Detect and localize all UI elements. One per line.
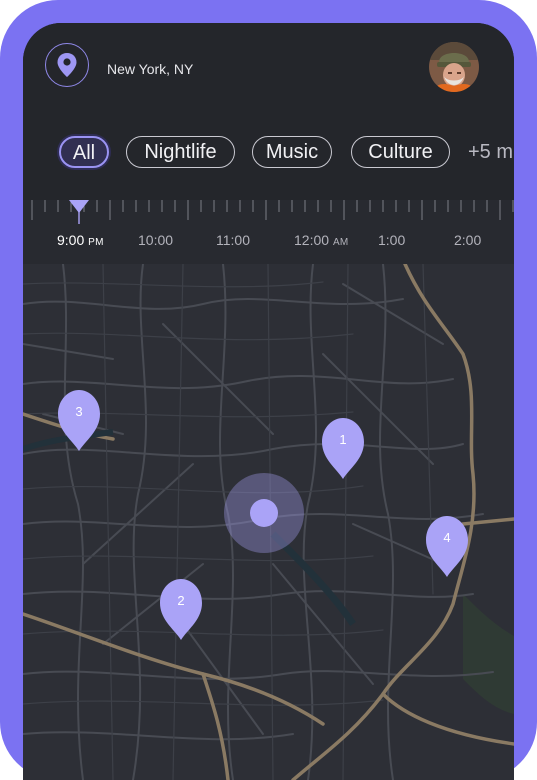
pin-label: 3 <box>75 404 82 419</box>
time-suffix: PM <box>88 237 104 248</box>
time-suffix: AM <box>332 237 349 248</box>
map-pin-icon <box>56 52 78 78</box>
time-label-10[interactable]: 10:00 <box>138 232 173 248</box>
time-label-12am[interactable]: 12:00 AM <box>294 232 349 251</box>
map-view[interactable]: 1 2 3 4 <box>23 262 514 780</box>
filter-chip-all[interactable]: All <box>59 136 109 168</box>
time-value: 12:00 <box>294 232 330 248</box>
time-value: 9:00 <box>57 232 85 248</box>
location-label: New York, NY <box>107 61 194 77</box>
map-pin-3[interactable]: 3 <box>58 390 100 451</box>
user-avatar[interactable] <box>429 42 479 92</box>
time-ruler <box>31 200 514 220</box>
time-value: 1:00 <box>378 232 406 248</box>
time-slider-handle-icon[interactable] <box>68 200 90 226</box>
filter-chip-music[interactable]: Music <box>252 136 332 168</box>
time-value: 11:00 <box>216 232 250 248</box>
pin-label: 2 <box>177 593 184 608</box>
time-label-11[interactable]: 11:00 <box>216 232 250 248</box>
pin-label: 1 <box>339 432 346 447</box>
pin-label: 4 <box>443 530 450 545</box>
time-value: 2:00 <box>454 232 482 248</box>
app-header: New York, NY All Nightlife Music Culture… <box>23 23 514 200</box>
map-pin-4[interactable]: 4 <box>426 516 468 577</box>
time-label-9pm[interactable]: 9:00 PM <box>57 232 104 251</box>
time-slider[interactable]: 9:00 PM 10:00 11:00 12:00 AM 1:00 2:00 <box>23 200 514 264</box>
filter-chip-nightlife[interactable]: Nightlife <box>126 136 235 168</box>
phone-frame: New York, NY All Nightlife Music Culture… <box>0 0 537 780</box>
map-pins-layer: 1 2 3 4 <box>58 390 468 640</box>
more-filters-link[interactable]: +5 m <box>468 136 513 168</box>
location-button[interactable] <box>45 43 89 87</box>
time-label-2[interactable]: 2:00 <box>454 232 481 248</box>
app-screen: New York, NY All Nightlife Music Culture… <box>23 23 514 780</box>
map-pin-2[interactable]: 2 <box>160 579 202 640</box>
time-value: 10:00 <box>138 232 174 248</box>
time-label-1[interactable]: 1:00 <box>378 232 405 248</box>
filter-chip-culture[interactable]: Culture <box>351 136 450 168</box>
map-pin-1[interactable]: 1 <box>322 418 364 479</box>
